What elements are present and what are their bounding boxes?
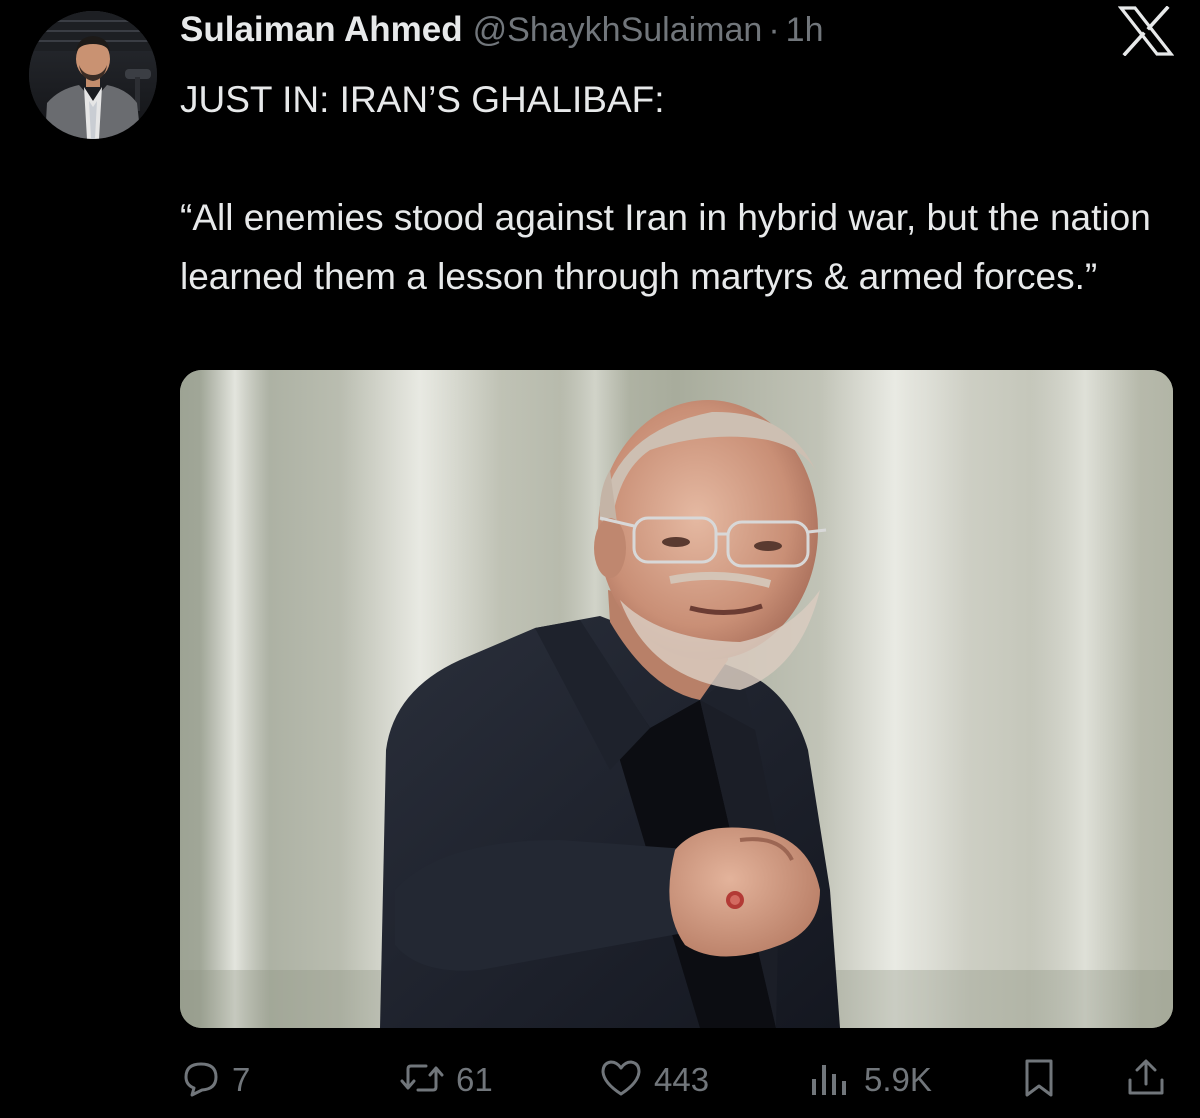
author-handle[interactable]: @ShaykhSulaiman bbox=[473, 11, 763, 49]
tweet-header: Sulaiman Ahmed @ShaykhSulaiman · 1h bbox=[180, 10, 1100, 54]
repost-icon bbox=[398, 1057, 446, 1104]
avatar[interactable] bbox=[29, 11, 157, 139]
avatar-image bbox=[29, 11, 157, 139]
tweet-quote: “All enemies stood against Iran in hybri… bbox=[180, 197, 1151, 297]
views-button[interactable]: 5.9K bbox=[808, 1052, 932, 1108]
tweet-media-photo[interactable] bbox=[180, 370, 1173, 1028]
reply-icon bbox=[180, 1057, 222, 1104]
share-button[interactable] bbox=[1124, 1052, 1168, 1108]
action-bar: 7 61 443 5.9K bbox=[0, 1052, 1200, 1108]
bookmark-button[interactable] bbox=[1019, 1052, 1059, 1108]
photo-image bbox=[180, 370, 1173, 1028]
header-separator: · bbox=[768, 11, 780, 49]
bookmark-icon bbox=[1019, 1056, 1059, 1105]
author-name[interactable]: Sulaiman Ahmed bbox=[180, 10, 463, 49]
like-button[interactable]: 443 bbox=[598, 1052, 709, 1108]
reply-count: 7 bbox=[232, 1061, 251, 1098]
tweet: Sulaiman Ahmed @ShaykhSulaiman · 1h JUST IN… bbox=[0, 0, 1200, 1118]
share-icon bbox=[1124, 1056, 1168, 1105]
heart-icon bbox=[598, 1057, 644, 1104]
views-icon bbox=[808, 1057, 854, 1104]
tweet-timestamp[interactable]: 1h bbox=[786, 11, 824, 49]
repost-count: 61 bbox=[456, 1061, 493, 1098]
tweet-text: JUST IN: IRAN’S GHALIBAF: “All enemies s… bbox=[180, 70, 1180, 306]
like-count: 443 bbox=[654, 1061, 710, 1098]
views-count: 5.9K bbox=[864, 1061, 932, 1098]
tweet-headline: JUST IN: IRAN’S GHALIBAF: bbox=[180, 79, 665, 120]
x-logo-icon bbox=[1117, 5, 1175, 57]
repost-button[interactable]: 61 bbox=[398, 1052, 493, 1108]
reply-button[interactable]: 7 bbox=[180, 1052, 250, 1108]
